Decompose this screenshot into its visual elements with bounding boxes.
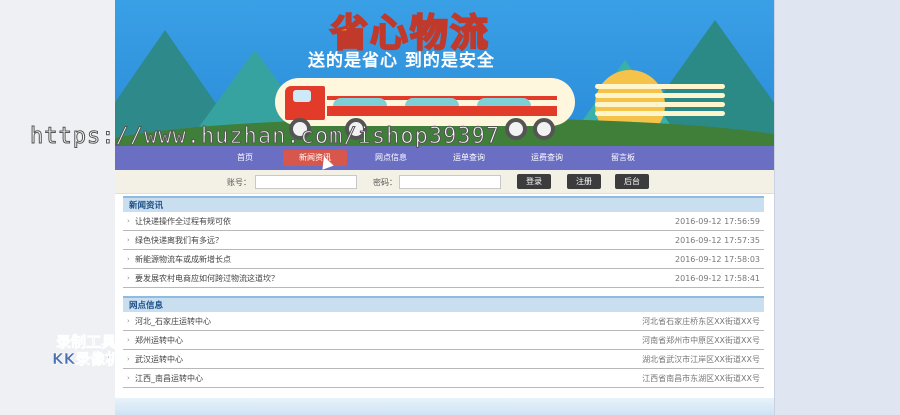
nav-item-guestbook[interactable]: 留言板	[603, 150, 643, 166]
list-item[interactable]: › 要发展农村电商应如何跨过物流这道坎？ 2016-09-12 17:58:41	[123, 269, 764, 288]
account-label: 账号：	[227, 178, 251, 187]
truck-bed	[327, 106, 557, 116]
recorder-logo: 录制工具 KK录像机	[52, 333, 121, 368]
password-label: 密码：	[373, 178, 397, 187]
login-button[interactable]: 登录	[517, 174, 551, 189]
nav-item-waybill[interactable]: 运单查询	[449, 150, 489, 166]
bullet-icon: ›	[127, 336, 130, 344]
list-item[interactable]: › 新能源物流车或成新增长点 2016-09-12 17:58:03	[123, 250, 764, 269]
admin-button[interactable]: 后台	[615, 174, 649, 189]
nav-item-home[interactable]: 首页	[225, 150, 265, 166]
register-button[interactable]: 注册	[567, 174, 601, 189]
news-section: 新闻资讯 › 让快递操作全过程有规可依 2016-09-12 17:56:59 …	[123, 196, 764, 288]
news-title[interactable]: 新能源物流车或成新增长点	[135, 250, 231, 269]
outlet-name[interactable]: 江西_南昌运转中心	[135, 369, 203, 388]
news-date: 2016-09-12 17:56:59	[675, 217, 760, 226]
outlet-address: 江西省南昌市东湖区XX街道XX号	[642, 374, 760, 383]
list-item[interactable]: › 郑州运转中心 河南省郑州市中原区XX街道XX号	[123, 331, 764, 350]
bullet-icon: ›	[127, 374, 130, 382]
nav-item-freight[interactable]: 运费查询	[527, 150, 567, 166]
list-item[interactable]: › 让快递操作全过程有规可依 2016-09-12 17:56:59	[123, 212, 764, 231]
outlet-name[interactable]: 河北_石家庄运转中心	[135, 312, 211, 331]
outlet-name[interactable]: 郑州运转中心	[135, 331, 183, 350]
news-date: 2016-09-12 17:58:03	[675, 255, 760, 264]
list-item[interactable]: › 河北_石家庄运转中心 河北省石家庄桥东区XX街道XX号	[123, 312, 764, 331]
news-title[interactable]: 绿色快递离我们有多远？	[135, 231, 223, 250]
list-item[interactable]: › 绿色快递离我们有多远？ 2016-09-12 17:57:35	[123, 231, 764, 250]
outlet-address: 湖北省武汉市江岸区XX街道XX号	[642, 355, 760, 364]
bullet-icon: ›	[127, 236, 130, 244]
footer-strip	[115, 398, 774, 415]
news-heading: 新闻资讯	[123, 196, 764, 212]
bullet-icon: ›	[127, 217, 130, 225]
account-input[interactable]	[255, 175, 357, 189]
bullet-icon: ›	[127, 317, 130, 325]
news-date: 2016-09-12 17:57:35	[675, 236, 760, 245]
outlet-address: 河南省郑州市中原区XX街道XX号	[642, 336, 760, 345]
outlet-address: 河北省石家庄桥东区XX街道XX号	[642, 317, 760, 326]
news-date: 2016-09-12 17:58:41	[675, 274, 760, 283]
main-nav: 首页 新闻资讯 网点信息 运单查询 运费查询 留言板	[115, 146, 774, 170]
outlets-section: 网点信息 › 河北_石家庄运转中心 河北省石家庄桥东区XX街道XX号 › 郑州运…	[123, 296, 764, 388]
bullet-icon: ›	[127, 255, 130, 263]
bullet-icon: ›	[127, 274, 130, 282]
password-input[interactable]	[399, 175, 501, 189]
list-item[interactable]: › 武汉运转中心 湖北省武汉市江岸区XX街道XX号	[123, 350, 764, 369]
wheel-icon	[533, 118, 555, 140]
truck-window	[293, 90, 311, 102]
recorder-line-1: 录制工具	[56, 333, 117, 351]
login-bar: 账号： 密码： 登录 注册 后台	[115, 170, 774, 194]
news-title[interactable]: 要发展农村电商应如何跨过物流这道坎？	[135, 269, 279, 288]
nav-item-news[interactable]: 新闻资讯	[283, 150, 347, 166]
outlets-heading: 网点信息	[123, 296, 764, 312]
bullet-icon: ›	[127, 355, 130, 363]
watermark-text: https://www.huzhan.com/ishop39397	[29, 124, 501, 150]
list-item[interactable]: › 江西_南昌运转中心 江西省南昌市东湖区XX街道XX号	[123, 369, 764, 388]
banner-slogan: 送的是省心 到的是安全	[308, 51, 495, 71]
page-container: 省心物流 送的是省心 到的是安全 首页 新闻资讯 网点信息 运单查询 运费查询 …	[115, 0, 774, 415]
news-title[interactable]: 让快递操作全过程有规可依	[135, 212, 231, 231]
speed-lines	[595, 80, 725, 132]
right-margin	[774, 0, 900, 415]
outlet-name[interactable]: 武汉运转中心	[135, 350, 183, 369]
wheel-icon	[505, 118, 527, 140]
recorder-line-2: KK录像机	[52, 350, 121, 368]
nav-item-outlets[interactable]: 网点信息	[371, 150, 411, 166]
